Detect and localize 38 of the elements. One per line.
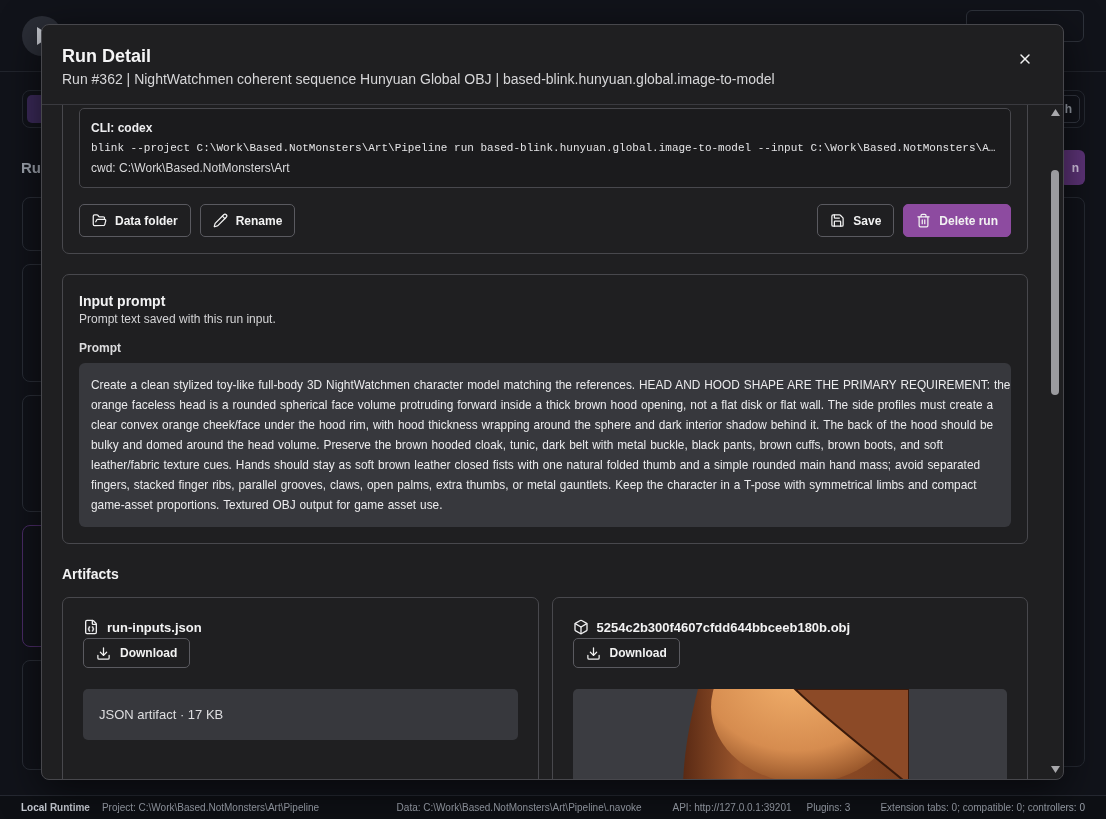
data-path: Data: C:\Work\Based.NotMonsters\Art\Pipeline\.navoke [396,802,642,813]
save-icon [830,213,846,228]
project-path: Project: C:\Work\Based.NotMonsters\Art\Pipeline [101,802,320,813]
scrollbar-thumb[interactable] [1051,170,1059,395]
artifact-name: 5254c2b300f4607cfdd644bbceeb180b.obj [596,619,851,635]
dialog-subtitle: Run #362 | NightWatchmen coherent sequence Hunyuan Global OBJ | based-blink.hunyuan.global.image-to-model [62,70,775,88]
dialog-title: Run Detail [62,45,152,68]
pencil-icon [212,213,228,228]
command-line: blink --project C:\Work\Based.NotMonsters\Art\Pipeline run based-blink.hunyuan.global.image-to-model --input C:\Work\Based.NotMonsters\A… [91,141,997,156]
delete-button[interactable]: Delete run [903,204,1011,237]
section-description: Prompt text saved with this run input. [79,311,277,327]
artifact-summary: JSON artifact · 17 KB [83,689,518,740]
close-icon [1017,51,1033,67]
save-button[interactable]: Save [817,204,895,237]
rename-button[interactable]: Rename [199,204,296,237]
scroll-up-icon[interactable] [1050,109,1060,116]
cube-icon [572,619,589,635]
cli-label: CLI: codex [91,120,154,137]
artifact-name: run-inputs.json [107,619,202,635]
folder-button[interactable]: Data folder [79,204,191,237]
plugins-count: Plugins: 3 [806,802,851,813]
field-label: Prompt [79,340,122,356]
runtime-label: Local Runtime [21,802,90,813]
section-title: Artifacts [62,565,120,583]
download-icon [96,645,111,661]
json-file-icon [83,619,99,635]
trash-icon [916,213,932,228]
folder-icon [92,213,107,228]
working-directory: cwd: C:\Work\Based.NotMonsters\Art [91,160,291,177]
section-title: Input prompt [79,292,167,310]
download-button[interactable]: Download [572,638,680,668]
section-heading: Ru [21,159,41,176]
download-button[interactable]: Download [83,638,191,668]
scroll-down-icon[interactable] [1050,766,1060,773]
download-icon [585,645,601,661]
extension-info: Extension tabs: 0; compatible: 0; controllers: 0 [880,802,1085,813]
prompt-text: Create a clean stylized toy-like full-body 3D NightWatchmen character model matching the references. HEAD AND HOOD SHAPE ARE THE PRIMARY REQUIREMENT: the orange faceless head is a rounded spherical face volume protruding forward inside a thick brown hood opening, not a flat disk or flat wall. The side profiles must create a clear convex orange cheek/face under the hood rim, with hood thickness wrapping around the sphere and dark interior shadow behind it. The back of the hood should be bulky and domed around the head volume. Preserve the brown hooded cloak, tunic, dark belt with metal buckle, black pants, brown cuffs, brown boots, and soft leather/fabric texture cues. Hands should stay as soft brown leather closed fists with one natural folded thumb and a simple rounded main hand mass; avoid separated fingers, stacked finger ribs, parallel grooves, claws, open palms, extra thumbs, or metal gauntlets. Keep the character in a T-pose with symmetrical limbs and compact game-asset proportions. Textured OBJ output for game asset use. [79,363,1011,527]
api-address: API: http://127.0.0.1:39201 [672,802,792,813]
